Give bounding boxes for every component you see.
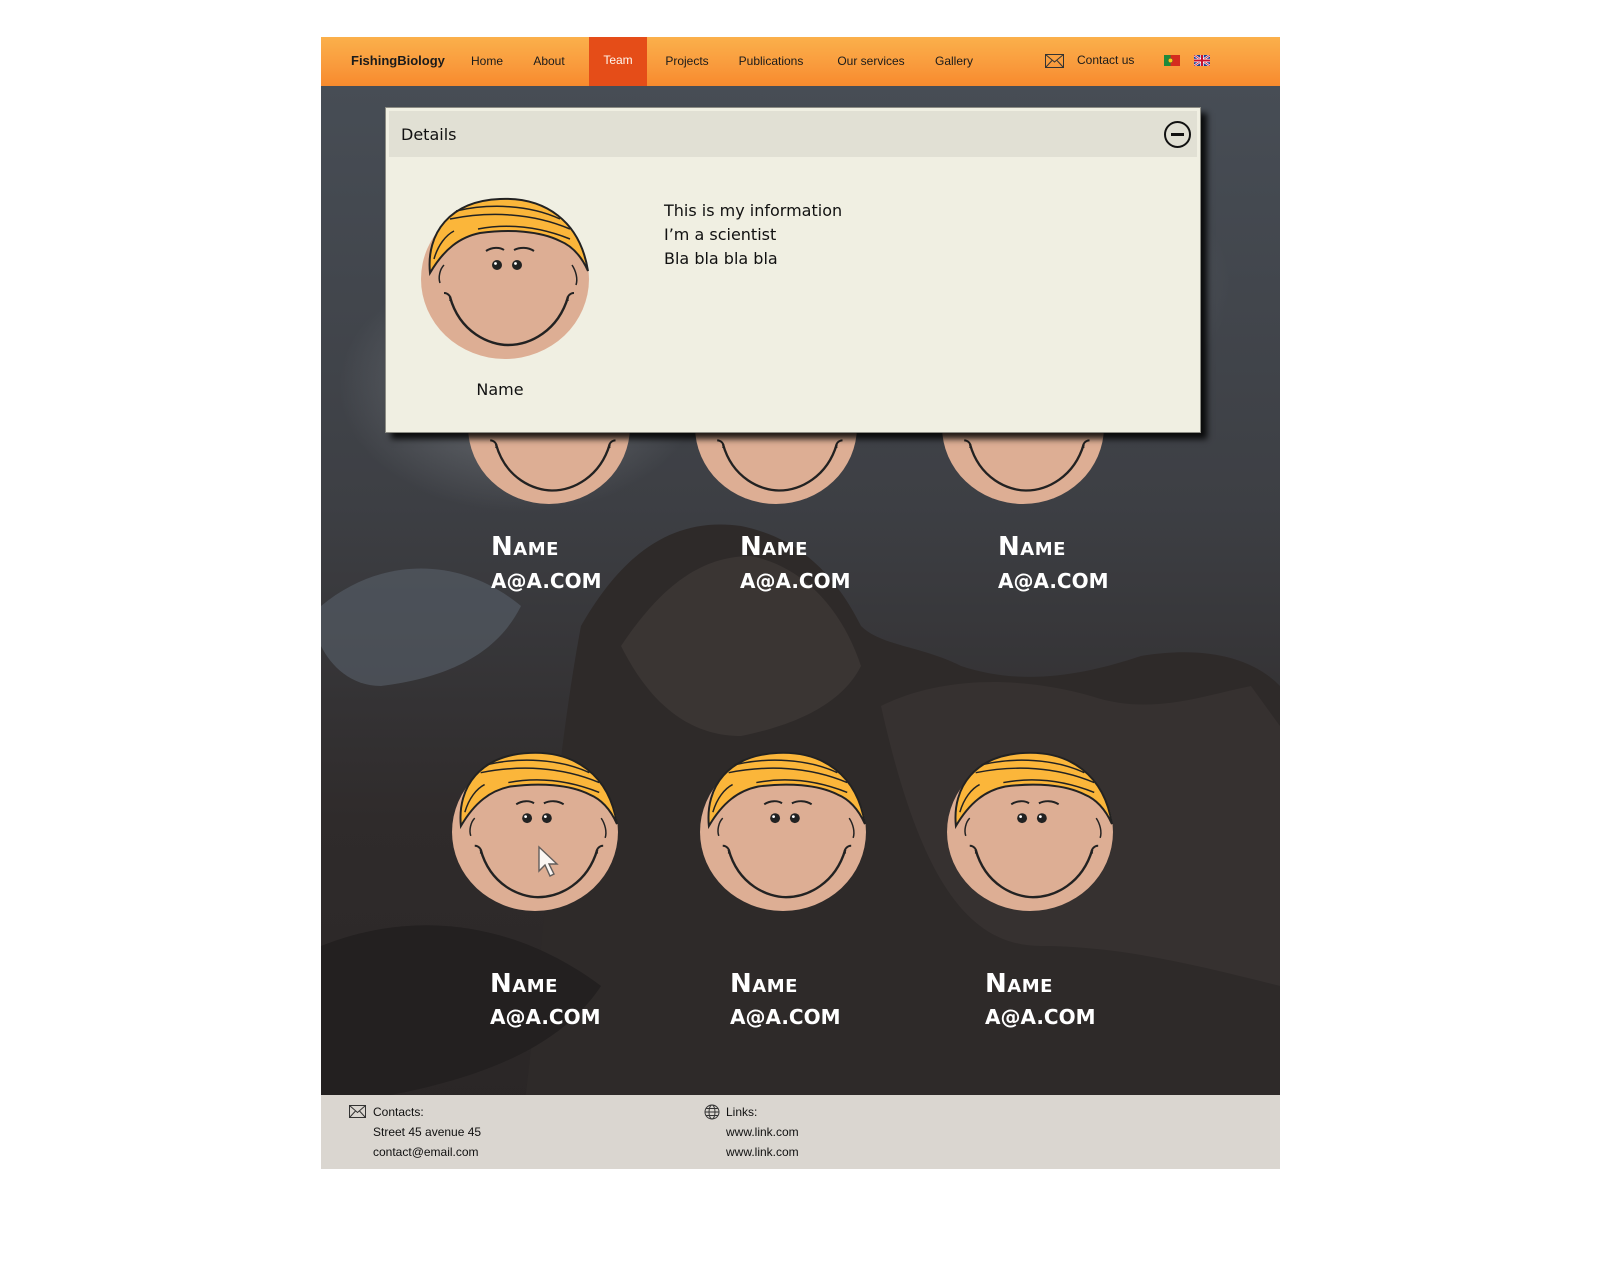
dialog-header: Details (389, 111, 1197, 157)
member-avatar-5[interactable] (699, 747, 867, 911)
footer-links-label: Links: (726, 1105, 758, 1119)
footer-email-link[interactable]: contact@email.com (373, 1145, 479, 1159)
details-info-text: This is my information I’m a scientist B… (664, 199, 842, 271)
contact-us-link[interactable]: Contact us (1077, 37, 1134, 86)
member-email[interactable]: a@a.com (985, 1005, 1096, 1029)
nav-item-publications[interactable]: Publications (736, 37, 806, 86)
nav-item-about[interactable]: About (530, 37, 568, 86)
member-email[interactable]: a@a.com (491, 569, 602, 593)
member-name: Name (985, 969, 1053, 999)
nav-item-team[interactable]: Team (589, 37, 647, 86)
uk-flag-icon[interactable] (1194, 55, 1210, 66)
portugal-flag-icon[interactable] (1164, 55, 1180, 66)
member-email[interactable]: a@a.com (490, 1005, 601, 1029)
member-avatar-4[interactable] (451, 747, 619, 911)
details-member-name: Name (476, 380, 524, 399)
dialog-title: Details (401, 125, 457, 144)
member-email[interactable]: a@a.com (730, 1005, 841, 1029)
member-name: Name (490, 969, 558, 999)
info-line: This is my information (664, 201, 843, 220)
nav-item-home[interactable]: Home (465, 37, 509, 86)
globe-icon (704, 1104, 720, 1120)
mouse-cursor-icon (538, 845, 559, 877)
member-details-dialog: Details Name This is my information I’m … (385, 107, 1201, 433)
info-line: I’m a scientist (664, 225, 777, 244)
footer-contacts-label: Contacts: (373, 1105, 424, 1119)
page-footer: Contacts: Street 45 avenue 45 contact@em… (321, 1095, 1280, 1169)
mail-icon (349, 1105, 366, 1118)
top-navigation-bar: FishingBiology Home About Team Projects … (321, 37, 1280, 87)
member-email[interactable]: a@a.com (740, 569, 851, 593)
footer-link[interactable]: www.link.com (726, 1125, 799, 1139)
member-name: Name (998, 532, 1066, 562)
member-email[interactable]: a@a.com (998, 569, 1109, 593)
details-avatar (420, 193, 590, 359)
nav-item-our-services[interactable]: Our services (834, 37, 908, 86)
collapse-button[interactable] (1164, 121, 1191, 148)
info-line: Bla bla bla bla (664, 249, 778, 268)
footer-address: Street 45 avenue 45 (373, 1125, 482, 1139)
member-name: Name (491, 532, 559, 562)
mail-icon[interactable] (1045, 54, 1064, 68)
nav-item-projects[interactable]: Projects (661, 37, 713, 86)
footer-link[interactable]: www.link.com (726, 1145, 799, 1159)
nav-item-gallery[interactable]: Gallery (933, 37, 975, 86)
member-name: Name (740, 532, 808, 562)
member-name: Name (730, 969, 798, 999)
brand-logo[interactable]: FishingBiology (351, 53, 445, 68)
member-avatar-6[interactable] (946, 747, 1114, 911)
